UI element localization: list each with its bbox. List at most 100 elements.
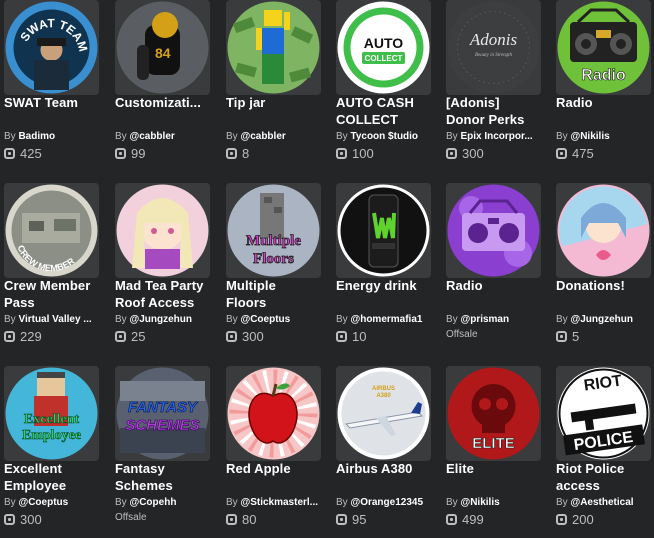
gamepass-card[interactable]: Multiple Floors Multiple Floors By @Coeptu… bbox=[226, 183, 321, 355]
creator-link[interactable]: @Nikilis bbox=[570, 131, 609, 142]
gamepass-name[interactable]: Airbus A380 bbox=[336, 460, 452, 477]
gamepass-thumbnail[interactable]: Excellent Employee bbox=[4, 366, 99, 461]
creator-link[interactable]: @Orange12345 bbox=[350, 497, 423, 508]
gamepass-card[interactable]: Energy drink By @homermafia1 10 bbox=[336, 183, 431, 355]
gamepass-name[interactable]: Riot Police access bbox=[556, 460, 654, 494]
gamepass-thumbnail[interactable]: Multiple Floors bbox=[226, 183, 321, 278]
gamepass-card[interactable]: Excellent Employee Excellent Employee By @… bbox=[4, 366, 99, 538]
price-value: 99 bbox=[131, 146, 146, 161]
excellent-employee-icon: Excellent Employee bbox=[5, 367, 98, 460]
gamepass-card[interactable]: Mad Tea Party Roof Access By @Jungzehun 25 bbox=[115, 183, 210, 355]
anime-girl-icon bbox=[116, 184, 209, 277]
gamepass-thumbnail[interactable]: 84 bbox=[115, 0, 210, 95]
gamepass-card[interactable]: FANTASY SCHEMES Fantasy Schemes By @Copehh… bbox=[115, 366, 210, 538]
creator-link[interactable]: Badimo bbox=[18, 131, 55, 142]
money-avatar-icon bbox=[227, 1, 320, 94]
gamepass-card[interactable]: Tip jar By @cabbler 8 bbox=[226, 0, 321, 172]
creator-link[interactable]: @Jungzehun bbox=[129, 314, 192, 325]
gamepass-name[interactable]: SWAT Team bbox=[4, 94, 120, 111]
creator-link[interactable]: @Jungzehun bbox=[570, 314, 633, 325]
gamepass-thumbnail[interactable]: SWAT TEAM bbox=[4, 0, 99, 95]
gamepass-thumbnail[interactable]: AIRBUS A380 bbox=[336, 366, 431, 461]
gamepass-thumbnail[interactable] bbox=[556, 183, 651, 278]
gamepass-thumbnail[interactable] bbox=[446, 183, 541, 278]
gamepass-card[interactable]: Radio Radio By @Nikilis 475 bbox=[556, 0, 651, 172]
gamepass-card[interactable]: Red Apple By @Stickmasterl... 80 bbox=[226, 366, 321, 538]
creator-link[interactable]: @Copehh bbox=[129, 497, 176, 508]
gamepass-name[interactable]: Elite bbox=[446, 460, 562, 477]
gamepass-name[interactable]: Crew Member Pass bbox=[4, 277, 120, 311]
by-label: By bbox=[336, 314, 348, 325]
gamepass-price: 8 bbox=[226, 146, 249, 161]
gamepass-card[interactable]: AUTO COLLECT AUTO CASH COLLECT By Tycoon $… bbox=[336, 0, 431, 172]
gamepass-thumbnail[interactable]: RIOT POLICE bbox=[556, 366, 651, 461]
gamepass-thumbnail[interactable]: Radio bbox=[556, 0, 651, 95]
creator-link[interactable]: @Stickmasterl... bbox=[240, 497, 318, 508]
gamepass-creator: By Virtual Valley ... bbox=[4, 314, 122, 325]
creator-link[interactable]: @cabbler bbox=[240, 131, 285, 142]
gamepass-price: 200 bbox=[556, 512, 594, 527]
by-label: By bbox=[4, 497, 16, 508]
by-label: By bbox=[4, 131, 16, 142]
gamepass-name[interactable]: Radio bbox=[556, 94, 654, 111]
gamepass-name[interactable]: [Adonis] Donor Perks bbox=[446, 94, 562, 128]
creator-link[interactable]: @homermafia1 bbox=[350, 314, 422, 325]
gamepass-card[interactable]: SWAT TEAM SWAT Team By Badimo 425 bbox=[4, 0, 99, 172]
auto-collect-icon: AUTO COLLECT bbox=[337, 1, 430, 94]
by-label: By bbox=[446, 314, 458, 325]
gamepass-thumbnail[interactable]: CREW MEMBER bbox=[4, 183, 99, 278]
creator-link[interactable]: @Coeptus bbox=[240, 314, 290, 325]
creator-link[interactable]: @Coeptus bbox=[18, 497, 68, 508]
gamepass-thumbnail[interactable] bbox=[226, 366, 321, 461]
creator-link[interactable]: @Nikilis bbox=[460, 497, 499, 508]
svg-text:Radio: Radio bbox=[581, 67, 626, 84]
price-value: 5 bbox=[572, 329, 580, 344]
by-label: By bbox=[115, 131, 127, 142]
robux-icon bbox=[446, 148, 457, 159]
gamepass-card[interactable]: AIRBUS A380 Airbus A380 By @Orange12345 95 bbox=[336, 366, 431, 538]
gamepass-thumbnail[interactable]: ELITE bbox=[446, 366, 541, 461]
gamepass-thumbnail[interactable] bbox=[115, 183, 210, 278]
gamepass-price: 300 bbox=[4, 512, 42, 527]
gamepass-thumbnail[interactable] bbox=[336, 183, 431, 278]
creator-link[interactable]: Tycoon $tudio bbox=[350, 131, 418, 142]
gamepass-creator: By @Copehh bbox=[115, 497, 233, 508]
gamepass-card[interactable]: Radio By @prisman Offsale bbox=[446, 183, 541, 355]
creator-link[interactable]: Epix Incorpor... bbox=[460, 131, 532, 142]
creator-link[interactable]: Virtual Valley ... bbox=[18, 314, 91, 325]
by-label: By bbox=[226, 131, 238, 142]
price-value: 425 bbox=[20, 146, 42, 161]
gamepass-name[interactable]: Radio bbox=[446, 277, 562, 294]
gamepass-name[interactable]: AUTO CASH COLLECT bbox=[336, 94, 452, 128]
gamepass-thumbnail[interactable] bbox=[226, 0, 321, 95]
gamepass-name[interactable]: Red Apple bbox=[226, 460, 342, 477]
gamepass-card[interactable]: RIOT POLICE Riot Police access By @Aesthet… bbox=[556, 366, 651, 538]
gamepass-card[interactable]: CREW MEMBER Crew Member Pass By Virtual Va… bbox=[4, 183, 99, 355]
gamepass-thumbnail[interactable]: FANTASY SCHEMES bbox=[115, 366, 210, 461]
gamepass-name[interactable]: Multiple Floors bbox=[226, 277, 342, 311]
gamepass-name[interactable]: Fantasy Schemes bbox=[115, 460, 231, 494]
creator-link[interactable]: @Aesthetical bbox=[570, 497, 633, 508]
creator-link[interactable]: @cabbler bbox=[129, 131, 174, 142]
gamepass-creator: By @Coeptus bbox=[4, 497, 122, 508]
swat-team-icon: SWAT TEAM bbox=[5, 1, 98, 94]
gamepass-thumbnail[interactable]: AUTO COLLECT bbox=[336, 0, 431, 95]
creator-link[interactable]: @prisman bbox=[460, 314, 509, 325]
gamepass-card[interactable]: Adonis Beauty in Strength [Adonis] Donor… bbox=[446, 0, 541, 172]
gamepass-name[interactable]: Excellent Employee bbox=[4, 460, 120, 494]
football-player-icon: 84 bbox=[116, 1, 209, 94]
gamepass-price: 425 bbox=[4, 146, 42, 161]
gamepass-thumbnail[interactable]: Adonis Beauty in Strength bbox=[446, 0, 541, 95]
gamepass-card[interactable]: Donations! By @Jungzehun 5 bbox=[556, 183, 651, 355]
gamepass-name[interactable]: Energy drink bbox=[336, 277, 452, 294]
by-label: By bbox=[556, 497, 568, 508]
svg-text:84: 84 bbox=[155, 45, 171, 61]
gamepass-card[interactable]: 84 Customizati... By @cabbler 99 bbox=[115, 0, 210, 172]
by-label: By bbox=[115, 314, 127, 325]
gamepass-name[interactable]: Mad Tea Party Roof Access bbox=[115, 277, 231, 311]
gamepass-name[interactable]: Donations! bbox=[556, 277, 654, 294]
gamepass-card[interactable]: ELITE Elite By @Nikilis 499 bbox=[446, 366, 541, 538]
gamepass-name[interactable]: Customizati... bbox=[115, 94, 231, 111]
gamepass-name[interactable]: Tip jar bbox=[226, 94, 342, 111]
price-value: 300 bbox=[20, 512, 42, 527]
